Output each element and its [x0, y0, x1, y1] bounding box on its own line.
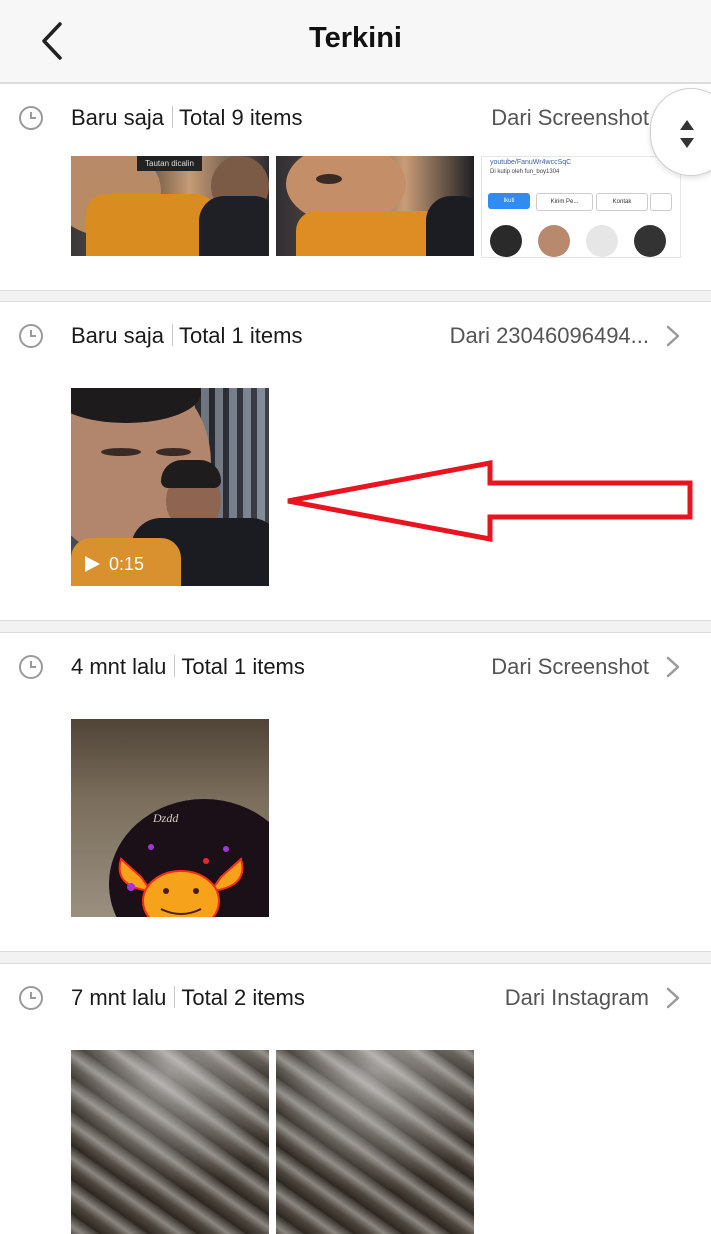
recent-group[interactable]: Baru saja Total 9 items Dari Screenshot T… — [0, 83, 711, 291]
avatar — [538, 225, 570, 257]
thumbnail[interactable]: Tautan dicalin — [71, 156, 269, 256]
divider — [174, 986, 176, 1008]
group-total: Total 1 items — [178, 323, 303, 348]
avatar — [586, 225, 618, 257]
video-duration: 0:15 — [109, 554, 145, 574]
video-thumbnail[interactable]: 0:15 — [71, 388, 269, 586]
screenshot-subtext: Di kutip oleh fun_boy1304 — [490, 169, 560, 175]
dropdown-icon — [650, 193, 672, 211]
chevron-right-icon[interactable] — [665, 655, 681, 679]
clock-icon — [19, 106, 43, 130]
annotation-arrow-icon — [287, 459, 693, 543]
screenshot-thumbnail[interactable]: youtube/FanuWr4wccSqC Di kutip oleh fun_… — [481, 156, 681, 258]
group-total: Total 2 items — [181, 985, 305, 1010]
group-header[interactable]: 4 mnt lalu Total 1 items Dari Screenshot — [0, 633, 711, 703]
group-time: 4 mnt lalu — [71, 654, 167, 679]
avatar — [490, 225, 522, 257]
group-header[interactable]: 7 mnt lalu Total 2 items Dari Instagram — [0, 964, 711, 1034]
contact-tab: Kontak — [596, 193, 648, 211]
toast-caption: Tautan dicalin — [137, 156, 202, 171]
group-header[interactable]: Baru saja Total 1 items Dari 23046096494.… — [0, 302, 711, 372]
group-source[interactable]: Dari Instagram — [505, 985, 649, 1011]
clock-icon — [19, 655, 43, 679]
thumbnail[interactable] — [276, 156, 474, 256]
clock-icon — [19, 986, 43, 1010]
divider — [171, 324, 173, 346]
group-time: Baru saja — [71, 105, 164, 130]
photo-thumbnail[interactable] — [71, 1050, 269, 1234]
group-total: Total 9 items — [178, 105, 303, 130]
arrow-down-icon — [680, 138, 694, 148]
chevron-right-icon[interactable] — [665, 986, 681, 1010]
divider — [171, 106, 173, 128]
play-icon — [85, 556, 100, 572]
group-time: Baru saja — [71, 323, 164, 348]
group-total: Total 1 items — [181, 654, 305, 679]
avatar — [634, 225, 666, 257]
screenshot-link-text: youtube/FanuWr4wccSqC — [490, 159, 572, 166]
photo-thumbnail[interactable]: Dzdd — [71, 719, 269, 917]
arrow-up-icon — [680, 120, 694, 130]
divider — [174, 655, 176, 677]
bull-sticker-icon — [118, 844, 244, 917]
group-source[interactable]: Dari 23046096494... — [450, 323, 649, 349]
recent-group[interactable]: 7 mnt lalu Total 2 items Dari Instagram — [0, 963, 711, 1234]
group-time: 7 mnt lalu — [71, 985, 167, 1010]
page-title: Terkini — [309, 22, 402, 54]
chevron-right-icon[interactable] — [665, 324, 681, 348]
app-header: Terkini — [0, 0, 711, 83]
photo-thumbnail[interactable] — [276, 1050, 474, 1234]
group-source[interactable]: Dari Screenshot — [491, 654, 649, 680]
group-header[interactable]: Baru saja Total 9 items Dari Screenshot — [0, 84, 711, 154]
group-source[interactable]: Dari Screenshot — [491, 105, 649, 131]
message-tab: Kirim Pe... — [536, 193, 593, 211]
follow-tab: Ikuti — [488, 193, 530, 209]
recent-group[interactable]: 4 mnt lalu Total 1 items Dari Screenshot … — [0, 632, 711, 952]
clock-icon — [19, 324, 43, 348]
watermark-text: Dzdd — [153, 811, 179, 825]
